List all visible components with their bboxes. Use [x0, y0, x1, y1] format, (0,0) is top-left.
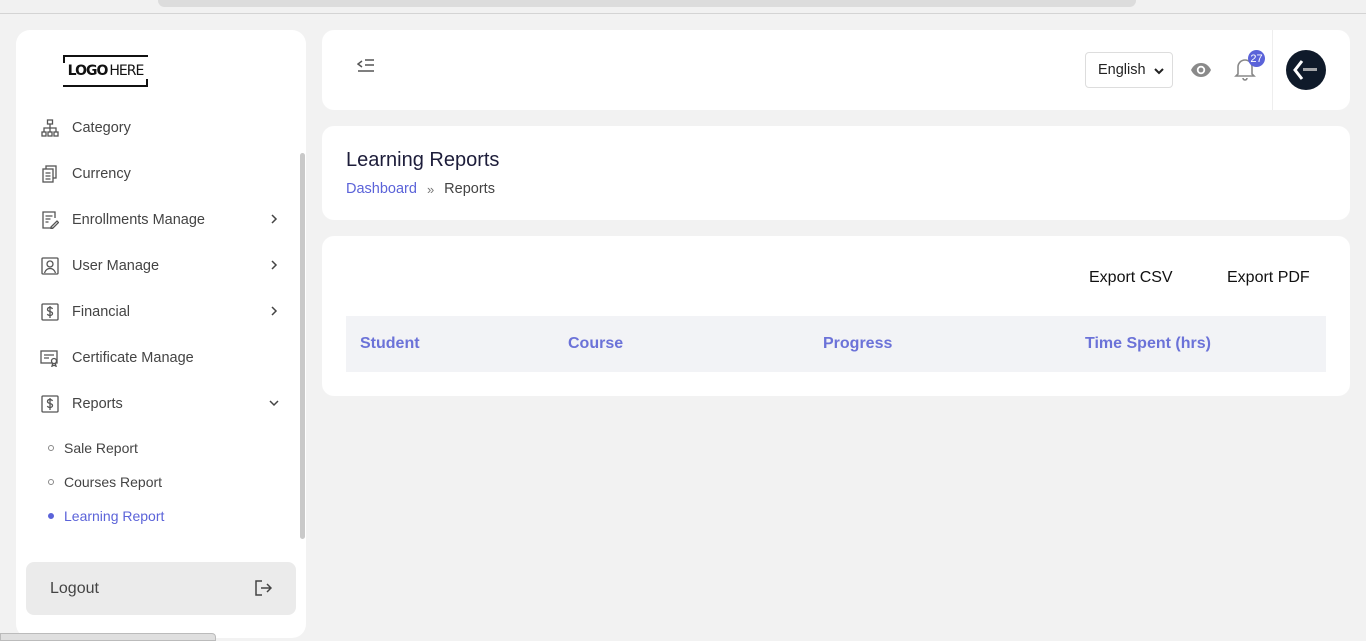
- sidebar-subitem-label: Courses Report: [64, 474, 163, 490]
- eye-icon[interactable]: [1190, 60, 1212, 85]
- breadcrumb-dashboard-link[interactable]: Dashboard: [346, 181, 417, 197]
- logout-label: Logout: [50, 579, 99, 597]
- sidebar-item-label: Certificate Manage: [72, 350, 194, 366]
- chevron-down-icon: [1154, 68, 1164, 75]
- sidebar-subitem-sale-report[interactable]: Sale Report: [48, 437, 138, 459]
- bullet-icon: [48, 513, 54, 519]
- dollar-box-icon: [40, 394, 60, 414]
- sidebar-item-label: Financial: [72, 304, 131, 320]
- logout-icon: [254, 579, 273, 602]
- breadcrumb: Dashboard » Reports: [346, 181, 495, 197]
- column-header-student[interactable]: Student: [360, 335, 420, 353]
- logo-text-bold: LOGO: [67, 63, 109, 79]
- export-pdf-button[interactable]: Export PDF: [1227, 269, 1310, 287]
- browser-chrome-strip: [0, 0, 1366, 14]
- sidebar-scrollbar[interactable]: [300, 153, 305, 539]
- notification-badge: 27: [1248, 50, 1265, 67]
- sidebar-subitem-learning-report[interactable]: Learning Report: [48, 505, 164, 527]
- sidebar-item-currency[interactable]: Currency: [40, 159, 280, 189]
- sidebar-item-enrollments[interactable]: Enrollments Manage: [40, 205, 280, 235]
- sidebar-item-category[interactable]: Category: [40, 113, 280, 143]
- language-select-value: English: [1098, 62, 1146, 78]
- chevron-right-icon: [271, 214, 278, 224]
- sidebar-subitem-label: Sale Report: [64, 440, 138, 456]
- breadcrumb-current: Reports: [444, 181, 495, 197]
- browser-url-bar[interactable]: [158, 0, 1136, 7]
- report-content-card: Export CSV Export PDF Student Course Pro…: [322, 236, 1350, 396]
- sidebar-item-certificate[interactable]: Certificate Manage: [40, 343, 280, 373]
- column-header-progress[interactable]: Progress: [823, 335, 892, 353]
- sidebar-item-reports[interactable]: Reports: [40, 389, 280, 419]
- sidebar: LOGO HERE Category Currency Enrollments …: [16, 30, 306, 638]
- column-header-time-spent[interactable]: Time Spent (hrs): [1085, 335, 1211, 353]
- language-select[interactable]: English: [1085, 52, 1173, 88]
- logo[interactable]: LOGO HERE: [63, 55, 148, 87]
- breadcrumb-separator: »: [426, 181, 435, 197]
- bullet-icon: [48, 479, 54, 485]
- top-bar: English 27: [322, 30, 1350, 110]
- user-card-icon: [40, 256, 60, 276]
- edit-document-icon: [40, 210, 60, 230]
- sidebar-item-label: Category: [72, 120, 131, 136]
- sidebar-subitem-label: Learning Report: [64, 508, 165, 524]
- export-csv-button[interactable]: Export CSV: [1089, 269, 1173, 287]
- sidebar-item-financial[interactable]: Financial: [40, 297, 280, 327]
- bullet-icon: [48, 445, 54, 451]
- chevron-right-icon: [271, 260, 278, 270]
- avatar[interactable]: [1286, 50, 1326, 90]
- sidebar-item-user-manage[interactable]: User Manage: [40, 251, 280, 281]
- page-title: Learning Reports: [346, 149, 500, 171]
- logout-button[interactable]: Logout: [26, 562, 296, 615]
- table-header-row: Student Course Progress Time Spent (hrs): [346, 316, 1326, 372]
- browser-status-bar: [0, 633, 216, 641]
- topbar-divider: [1272, 30, 1273, 110]
- sidebar-collapse-icon[interactable]: [356, 59, 375, 80]
- sidebar-item-label: User Manage: [72, 258, 160, 274]
- dollar-box-icon: [40, 302, 60, 322]
- column-header-course[interactable]: Course: [568, 335, 623, 353]
- page-header-card: Learning Reports Dashboard » Reports: [322, 126, 1350, 220]
- sidebar-item-label: Reports: [72, 396, 123, 412]
- chevron-right-icon: [271, 306, 278, 316]
- chevron-down-icon: [269, 400, 279, 407]
- logo-text-light: HERE: [109, 63, 144, 79]
- certificate-icon: [40, 348, 60, 368]
- hierarchy-icon: [40, 118, 60, 138]
- sidebar-item-label: Currency: [72, 166, 131, 182]
- documents-icon: [40, 164, 60, 184]
- sidebar-item-label: Enrollments Manage: [72, 212, 205, 228]
- sidebar-subitem-courses-report[interactable]: Courses Report: [48, 471, 162, 493]
